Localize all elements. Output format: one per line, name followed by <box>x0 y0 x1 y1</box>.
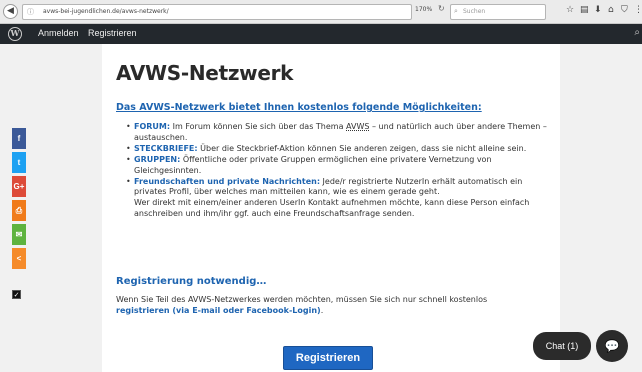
back-arrow-icon[interactable]: ◀ <box>3 4 18 19</box>
feature-extra-text: Wer direkt mit einem/einer anderen UserI… <box>134 198 530 219</box>
feature-list: FORUM: Im Forum können Sie sich über das… <box>126 122 554 221</box>
bookmark-star-icon[interactable]: ☆ <box>566 5 574 15</box>
browser-toolbar: ◀ ⓘ avws-bei-jugendlichen.de/avws-netzwe… <box>0 0 642 24</box>
site-info-icon[interactable]: ⓘ <box>27 7 34 17</box>
search-icon: ⌕ <box>454 7 458 15</box>
wordpress-logo-icon[interactable]: W <box>8 27 22 41</box>
pocket-icon[interactable]: ⛉ <box>621 5 628 15</box>
register-inline-link[interactable]: registrieren (via E-mail oder Facebook-L… <box>116 306 321 315</box>
download-icon[interactable]: ⬇ <box>594 5 602 15</box>
home-icon[interactable]: ⌂ <box>608 5 614 15</box>
main-content: AVWS-Netzwerk Das AVWS-Netzwerk bietet I… <box>102 44 560 372</box>
intro-heading: Das AVWS-Netzwerk bietet Ihnen kostenlos… <box>116 102 482 113</box>
register-link[interactable]: Registrieren <box>88 28 137 38</box>
registration-heading: Registrierung notwendig… <box>116 276 267 287</box>
chat-label[interactable]: Chat (1) <box>533 332 591 360</box>
address-bar[interactable]: ⓘ avws-bei-jugendlichen.de/avws-netzwerk… <box>22 4 412 20</box>
feature-text: Im Forum können Sie sich über das Thema <box>170 122 347 131</box>
google-plus-share-button[interactable]: G+ <box>12 176 26 197</box>
reload-icon[interactable]: ↻ <box>438 4 445 13</box>
share-bar-toggle-icon[interactable]: ✓ <box>12 290 21 299</box>
gruppen-link[interactable]: GRUPPEN: <box>134 155 180 164</box>
search-placeholder: Suchen <box>463 8 486 15</box>
wp-admin-bar: W Anmelden Registrieren ⌕ <box>0 24 642 44</box>
registration-text-part: Wenn Sie Teil des AVWS-Netzwerkes werden… <box>116 295 488 304</box>
chat-icon[interactable]: 💬 <box>596 330 628 362</box>
registration-text-end: . <box>320 306 324 315</box>
email-share-button[interactable]: ✉ <box>12 224 26 245</box>
menu-icon[interactable]: ⋮ <box>634 5 642 15</box>
zoom-level[interactable]: 170% <box>415 6 432 13</box>
reading-list-icon[interactable]: ▤ <box>580 5 589 15</box>
avws-abbreviation: AVWS <box>346 122 370 131</box>
list-item: FORUM: Im Forum können Sie sich über das… <box>126 122 554 144</box>
list-item: Freundschaften und private Nachrichten: … <box>126 177 554 221</box>
twitter-share-button[interactable]: t <box>12 152 26 173</box>
more-share-button[interactable]: < <box>12 248 26 269</box>
forum-link[interactable]: FORUM: <box>134 122 170 131</box>
page-title: AVWS-Netzwerk <box>116 61 294 85</box>
login-link[interactable]: Anmelden <box>38 28 79 38</box>
browser-search-box[interactable]: ⌕ Suchen <box>450 4 546 20</box>
friendships-link[interactable]: Freundschaften und private Nachrichten: <box>134 177 320 186</box>
url-text: avws-bei-jugendlichen.de/avws-netzwerk/ <box>43 8 169 15</box>
steckbriefe-link[interactable]: STECKBRIEFE: <box>134 144 198 153</box>
facebook-share-button[interactable]: f <box>12 128 26 149</box>
print-share-button[interactable]: ⎙ <box>12 200 26 221</box>
list-item: GRUPPEN: Öffentliche oder private Gruppe… <box>126 154 554 177</box>
adminbar-search-icon[interactable]: ⌕ <box>634 27 640 38</box>
registration-text: Wenn Sie Teil des AVWS-Netzwerkes werden… <box>116 294 516 316</box>
register-button[interactable]: Registrieren <box>283 346 373 370</box>
list-item: STECKBRIEFE: Über die Steckbrief-Aktion … <box>126 143 554 155</box>
feature-text: Öffentliche oder private Gruppen ermögli… <box>134 154 492 175</box>
feature-text: Über die Steckbrief-Aktion können Sie an… <box>197 143 527 153</box>
